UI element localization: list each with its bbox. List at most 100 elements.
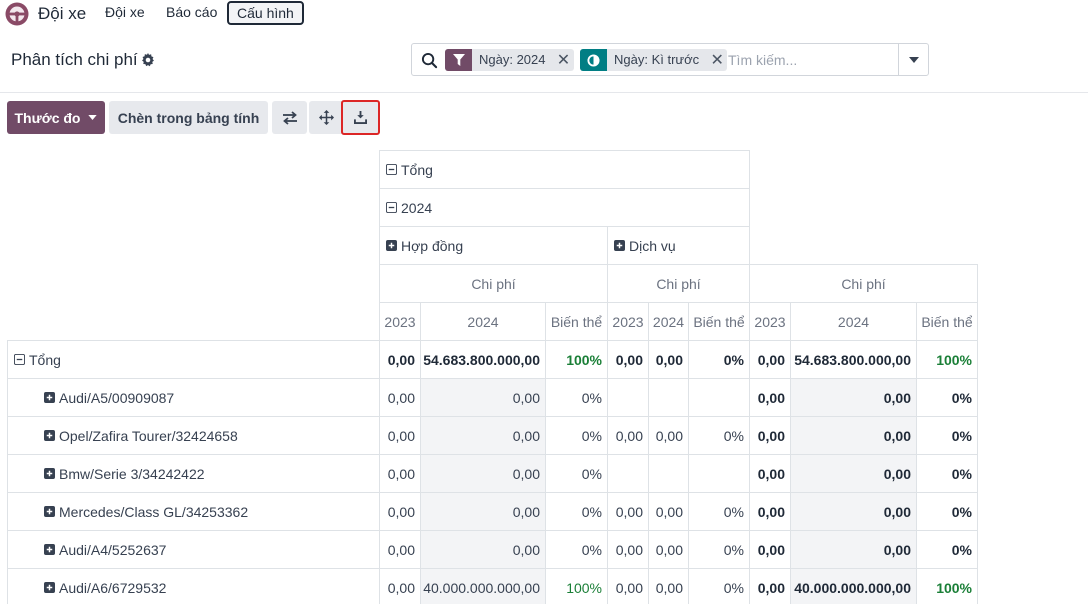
pivot-cell: 0% [545, 530, 608, 569]
pivot-cell-label: 0% [723, 541, 744, 558]
pivot-cell-label: 0% [951, 389, 972, 406]
measure-header[interactable]: Chi phí [607, 264, 750, 303]
flip-axis-button[interactable] [272, 101, 307, 134]
nav-item-reporting[interactable]: Báo cáo [166, 4, 217, 20]
measure-header[interactable]: Chi phí [379, 264, 608, 303]
pivot-cell: 0% [688, 530, 750, 569]
pivot-cell-label: 0,00 [883, 503, 911, 520]
pivot-cell: 0,00 [790, 454, 917, 493]
pivot-cell: 0,00 [790, 416, 917, 455]
pivot-cell: 0,00 [790, 378, 917, 417]
pivot-cell: 0% [688, 492, 750, 531]
header-group-service[interactable]: Dịch vụ [607, 226, 750, 265]
pivot-cell-label: 0,00 [883, 389, 911, 406]
insert-in-spreadsheet-button[interactable]: Chèn trong bảng tính [109, 101, 268, 134]
row-header[interactable]: Audi/A5/00909087 [7, 378, 380, 417]
pivot-cell: 0,00 [420, 492, 546, 531]
search-options-toggle[interactable] [898, 44, 928, 75]
row-header-total[interactable]: Tổng [7, 340, 380, 379]
origin-header[interactable]: 2023 [749, 302, 791, 341]
pivot-cell: 0,00 [749, 530, 791, 569]
origin-header[interactable]: 2024 [790, 302, 917, 341]
origin-header[interactable]: 2024 [420, 302, 546, 341]
pivot-cell-label: 0,00 [615, 351, 643, 368]
search-facet-comparison: Ngày: Kì trước ✕ [580, 49, 728, 71]
pivot-cell-label: 0% [723, 427, 744, 444]
pivot-cell: 0,00 [749, 416, 791, 455]
pivot-cell-label: 40.000.000.000,00 [794, 579, 911, 596]
search-bar: Ngày: 2024 ✕ Ngày: Kì trước ✕ [411, 43, 929, 76]
close-icon[interactable]: ✕ [707, 49, 727, 71]
pivot-cell: 54.683.800.000,00 [790, 340, 917, 379]
origin-header-label: 2024 [837, 313, 870, 330]
collapse-icon [386, 202, 397, 213]
pivot-cell-label: 0,00 [512, 427, 540, 444]
pivot-cell-label: 0,00 [655, 503, 683, 520]
pivot-cell: 0% [916, 454, 978, 493]
pivot-cell: 0,00 [749, 340, 791, 379]
pivot-cell: 0,00 [790, 530, 917, 569]
search-icon[interactable] [421, 52, 438, 69]
row-header[interactable]: Mercedes/Class GL/34253362 [7, 492, 380, 531]
origin-header[interactable]: Biến thể [545, 302, 608, 341]
caret-down-icon [88, 115, 98, 120]
pivot-cell-label: 0,00 [615, 503, 643, 520]
page-title: Phân tích chi phí [11, 50, 138, 69]
pivot-cell: 0,00 [379, 340, 421, 379]
search-input[interactable] [728, 50, 898, 70]
pivot-cell-label: 54.683.800.000,00 [794, 351, 911, 368]
pivot-cell-label: 0,00 [387, 351, 415, 368]
gear-icon[interactable] [141, 53, 155, 67]
pivot-cell: 0,00 [420, 378, 546, 417]
pivot-cell-label: 0,00 [757, 503, 785, 520]
row-header[interactable]: Audi/A4/5252637 [7, 530, 380, 569]
pivot-cell-label: 0% [723, 503, 744, 520]
expand-all-button[interactable] [309, 101, 344, 134]
row-header[interactable]: Bmw/Serie 3/34242422 [7, 454, 380, 493]
pivot-cell: 0% [688, 568, 750, 604]
header-total[interactable]: Tổng [379, 150, 750, 189]
flip-axis-icon [282, 110, 297, 125]
origin-header[interactable]: 2024 [648, 302, 689, 341]
pivot-cell: 0,00 [379, 492, 421, 531]
pivot-cell-label: 0% [951, 465, 972, 482]
header-year[interactable]: 2024 [379, 188, 750, 227]
pivot-cell-label: 0,00 [512, 541, 540, 558]
facet-label: Ngày: Kì trước [614, 52, 700, 67]
pivot-cell: 100% [916, 340, 978, 379]
origin-header-label: Biến thể [921, 313, 973, 330]
pivot-cell: 0,00 [607, 416, 649, 455]
facet-label: Ngày: 2024 [479, 52, 546, 67]
pivot-cell: 0,00 [379, 530, 421, 569]
row-header[interactable]: Opel/Zafira Tourer/32424658 [7, 416, 380, 455]
pivot-cell: 0,00 [648, 530, 689, 569]
nav-item-configuration[interactable]: Cấu hình [227, 1, 304, 25]
expand-icon [386, 240, 397, 251]
pivot-cell-label: 0,00 [757, 427, 785, 444]
top-navbar: Đội xe Đội xe Báo cáo Cấu hình [0, 0, 1088, 26]
origin-header[interactable]: Biến thể [916, 302, 978, 341]
nav-item-fleet[interactable]: Đội xe [105, 4, 145, 20]
pivot-cell-label: 0,00 [615, 579, 643, 596]
fleet-app-icon[interactable] [4, 1, 30, 27]
header-group-contract[interactable]: Hợp đồng [379, 226, 608, 265]
pivot-cell: 0,00 [749, 568, 791, 604]
origin-header[interactable]: Biến thể [688, 302, 750, 341]
row-header[interactable]: Audi/A6/6729532 [7, 568, 380, 604]
pivot-cell-label: 0% [951, 427, 972, 444]
pivot-cell: 0,00 [420, 530, 546, 569]
app-name[interactable]: Đội xe [38, 4, 86, 24]
pivot-cell-label: 0,00 [387, 579, 415, 596]
origin-header[interactable]: 2023 [607, 302, 649, 341]
download-xlsx-button[interactable] [341, 100, 380, 135]
measure-header[interactable]: Chi phí [749, 264, 978, 303]
pivot-cell: 0% [916, 416, 978, 455]
close-icon[interactable]: ✕ [554, 49, 574, 71]
measures-button[interactable]: Thước đo [7, 101, 105, 134]
pivot-cell: 0% [916, 530, 978, 569]
expand-icon [44, 582, 55, 593]
pivot-cell: 0,00 [607, 340, 649, 379]
origin-header[interactable]: 2023 [379, 302, 421, 341]
measure-header-label: Chi phí [656, 275, 701, 292]
collapse-icon [386, 164, 397, 175]
